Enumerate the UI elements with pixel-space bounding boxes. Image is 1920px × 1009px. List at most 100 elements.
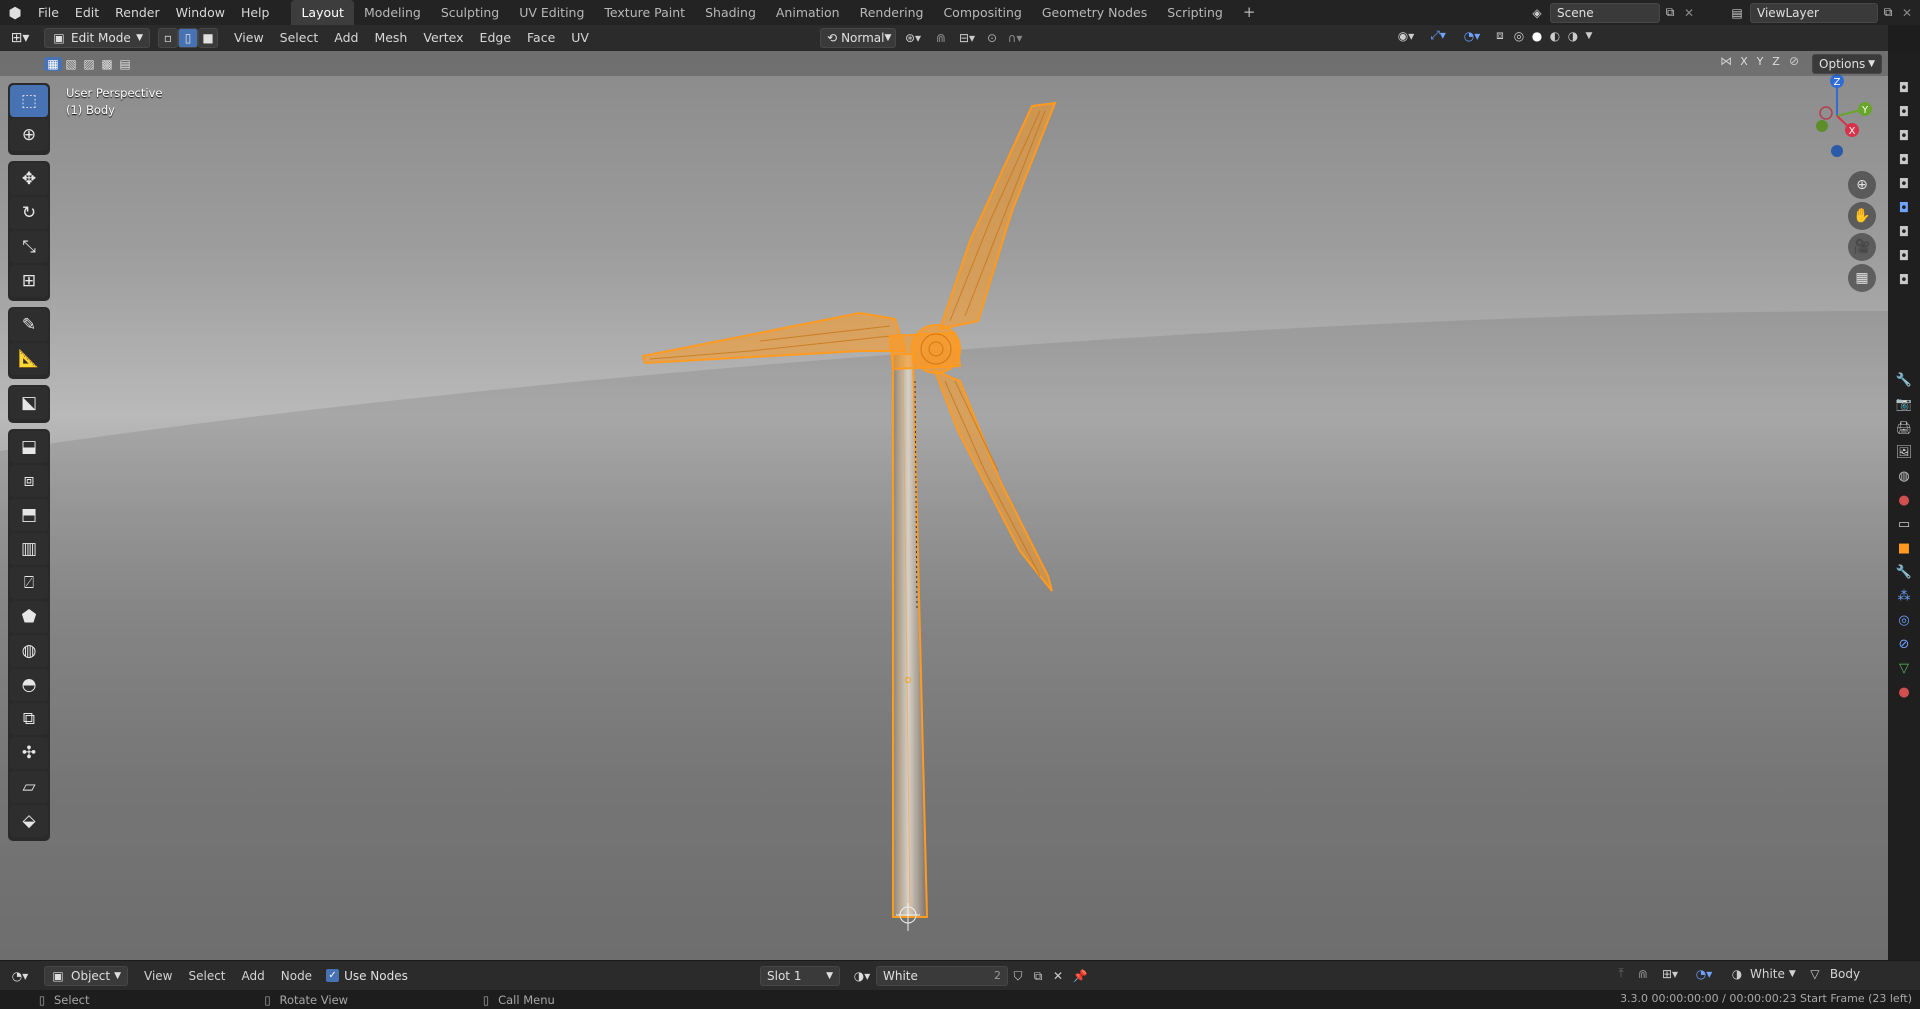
shading-options-icon[interactable]: ▼ (1582, 31, 1596, 41)
use-nodes-toggle[interactable]: ✓ Use Nodes (326, 969, 408, 983)
gizmo-toggle-icon[interactable]: ⤢▾ (1422, 28, 1454, 43)
parent-node-tree-icon[interactable]: ⤒ (1610, 966, 1632, 981)
menu-add[interactable]: Add (234, 969, 273, 983)
editor-type-icon[interactable]: ◔▾ (0, 969, 40, 983)
zoom-button[interactable]: ⊕ (1848, 171, 1876, 199)
scene-selector[interactable]: ◈ Scene ⧉ ✕ (1524, 2, 1698, 23)
transform-tool[interactable]: ⊞ (10, 265, 48, 297)
menu-face[interactable]: Face (519, 25, 563, 51)
tab-uv-editing[interactable]: UV Editing (509, 0, 594, 25)
solid-shading-icon[interactable]: ● (1528, 29, 1546, 43)
scale-tool[interactable]: ⤡ (10, 231, 48, 263)
face-select-icon[interactable]: ■ (198, 28, 218, 48)
mirror-z-toggle[interactable]: Z (1768, 55, 1784, 68)
checkbox-checked-icon[interactable]: ✓ (326, 969, 340, 982)
pan-button[interactable]: ✋ (1848, 202, 1876, 230)
object-type-dropdown[interactable]: ▣ Object ▼ (44, 965, 128, 986)
smooth-tool[interactable]: ◓ (10, 669, 48, 701)
gizmo-neg-y-axis[interactable] (1816, 120, 1828, 132)
object-properties-icon[interactable]: ■ (1890, 537, 1918, 559)
collection-properties-icon[interactable]: ▭ (1890, 513, 1918, 535)
shading-material-selector[interactable]: ◑ White ▼ (1728, 967, 1796, 981)
snap-target-icon[interactable]: ⊟▾ (952, 31, 982, 45)
menu-edge[interactable]: Edge (472, 25, 519, 51)
bevel-tool[interactable]: ⬒ (10, 499, 48, 531)
ortho-toggle-button[interactable]: ▦ (1848, 264, 1876, 292)
view-layer-properties-icon[interactable]: 🖼 (1890, 441, 1918, 463)
menu-node[interactable]: Node (273, 969, 320, 983)
slot-dropdown[interactable]: Slot 1 ▼ (760, 966, 840, 986)
menu-vertex[interactable]: Vertex (415, 25, 471, 51)
mirror-y-toggle[interactable]: Y (1752, 55, 1768, 68)
add-workspace-button[interactable]: + (1233, 0, 1266, 25)
gizmo-neg-x-axis[interactable] (1819, 106, 1833, 120)
menu-mesh[interactable]: Mesh (366, 25, 415, 51)
overlay-toggle-icon[interactable]: ◔▾ (1686, 967, 1722, 981)
gizmo-neg-z-axis[interactable] (1831, 145, 1843, 157)
menu-render[interactable]: Render (107, 0, 168, 25)
camera-view-button[interactable]: 🎥 (1848, 233, 1876, 261)
camera-icon[interactable]: ◘ (1890, 149, 1918, 171)
proportional-edit-icon[interactable]: ⊙ (982, 31, 1002, 45)
shrink-fatten-tool[interactable]: ✣ (10, 737, 48, 769)
tab-shading[interactable]: Shading (695, 0, 766, 25)
material-name-field[interactable]: White 2 (876, 966, 1008, 986)
poly-build-tool[interactable]: ⬟ (10, 601, 48, 633)
rendered-shading-icon[interactable]: ◑ (1564, 29, 1582, 43)
camera-icon[interactable]: ◘ (1890, 245, 1918, 267)
camera-icon[interactable]: ◘ (1890, 197, 1918, 219)
menu-view[interactable]: View (136, 969, 180, 983)
options-dropdown[interactable]: Options ▼ (1812, 54, 1882, 74)
rotate-tool[interactable]: ↻ (10, 197, 48, 229)
tab-sculpting[interactable]: Sculpting (431, 0, 509, 25)
snap-icon[interactable]: ⋒ (930, 31, 952, 45)
menu-window[interactable]: Window (168, 0, 233, 25)
tool-properties-icon[interactable]: 🔧 (1890, 369, 1918, 391)
unlink-material-icon[interactable]: ✕ (1048, 969, 1068, 983)
select-new-icon[interactable]: ▦ (44, 56, 62, 71)
extrude-tool[interactable]: ⬓ (10, 431, 48, 463)
knife-tool[interactable]: ⍁ (10, 567, 48, 599)
view-layer-field[interactable]: ViewLayer (1750, 2, 1878, 23)
inset-tool[interactable]: ⧈ (10, 465, 48, 497)
blender-logo-icon[interactable]: ⬢ (0, 4, 30, 22)
select-invert-icon[interactable]: ▩ (98, 57, 116, 71)
measure-tool[interactable]: 📐 (10, 343, 48, 375)
mode-dropdown[interactable]: ▣ Edit Mode ▼ (44, 28, 150, 48)
visibility-icon[interactable]: ◉▾ (1390, 29, 1422, 43)
cursor-tool[interactable]: ⊕ (10, 119, 48, 151)
vertex-select-icon[interactable]: ▫ (158, 28, 178, 48)
delete-scene-icon[interactable]: ✕ (1680, 6, 1698, 20)
material-shading-icon[interactable]: ◐ (1546, 29, 1564, 43)
world-properties-icon[interactable]: ● (1890, 489, 1918, 511)
editor-type-icon[interactable]: ⊞▾ (0, 30, 40, 46)
annotate-tool[interactable]: ✎ (10, 309, 48, 341)
shear-tool[interactable]: ▱ (10, 771, 48, 803)
tab-geometry-nodes[interactable]: Geometry Nodes (1032, 0, 1157, 25)
modifier-properties-icon[interactable]: 🔧 (1890, 561, 1918, 583)
physics-properties-icon[interactable]: ◎ (1890, 609, 1918, 631)
select-intersect-icon[interactable]: ▤ (116, 57, 134, 71)
orientation-dropdown[interactable]: ⟲ Normal ▼ (820, 28, 896, 48)
spin-tool[interactable]: ◍ (10, 635, 48, 667)
camera-icon[interactable]: ◘ (1890, 125, 1918, 147)
navigation-gizmo[interactable]: Z Y X (1792, 71, 1882, 161)
duplicate-material-icon[interactable]: ⧉ (1028, 969, 1048, 984)
camera-icon[interactable]: ◘ (1890, 77, 1918, 99)
delete-view-layer-icon[interactable]: ✕ (1898, 6, 1916, 20)
menu-select[interactable]: Select (180, 969, 233, 983)
snap-icon[interactable]: ⋒ (1632, 967, 1654, 981)
menu-view[interactable]: View (226, 25, 272, 51)
edge-slide-tool[interactable]: ⧉ (10, 703, 48, 735)
menu-select[interactable]: Select (272, 25, 327, 51)
add-cube-tool[interactable]: ⬕ (10, 387, 48, 419)
auto-merge-icon[interactable]: ⊘ (1784, 54, 1804, 68)
data-properties-icon[interactable]: ▽ (1890, 657, 1918, 679)
render-properties-icon[interactable]: 📷 (1890, 393, 1918, 415)
camera-icon[interactable]: ◘ (1890, 173, 1918, 195)
select-subtract-icon[interactable]: ▨ (80, 57, 98, 71)
camera-icon[interactable]: ◘ (1890, 101, 1918, 123)
loop-cut-tool[interactable]: ▥ (10, 533, 48, 565)
move-tool[interactable]: ✥ (10, 163, 48, 195)
overlay-toggle-icon[interactable]: ◔▾ (1454, 29, 1490, 43)
